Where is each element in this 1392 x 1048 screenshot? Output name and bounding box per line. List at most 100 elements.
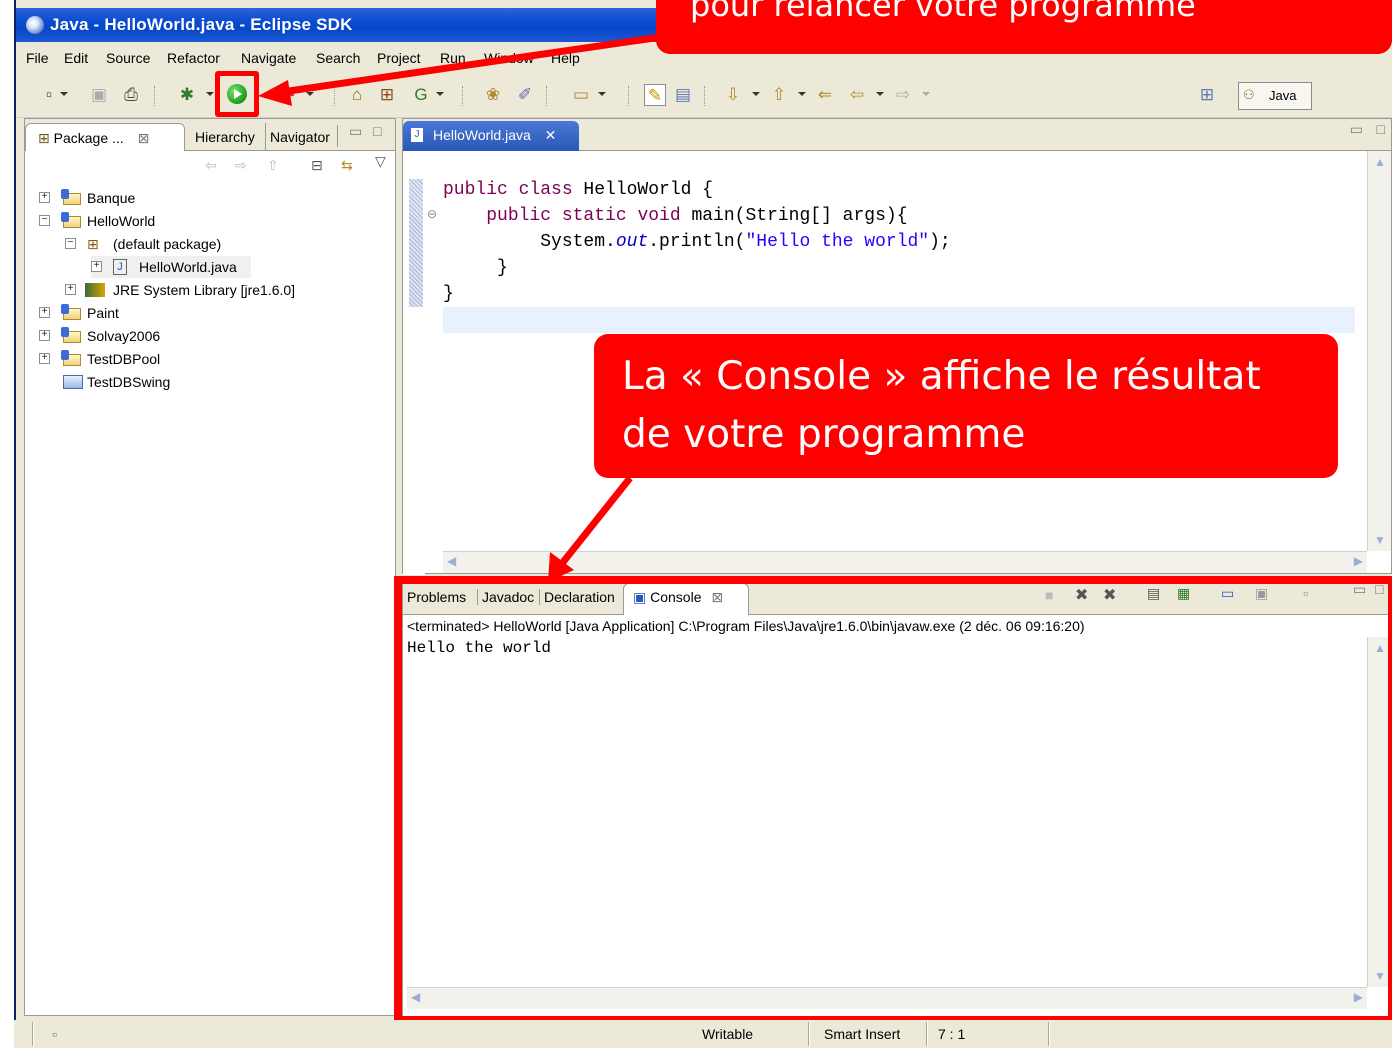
console-vertical-scrollbar[interactable]: ▲ ▼ xyxy=(1367,637,1391,987)
open-folder-icon[interactable]: ▭ xyxy=(570,84,592,106)
perspective-java-button[interactable]: ⚇ Java xyxy=(1238,82,1312,110)
console-output[interactable]: Hello the world xyxy=(407,639,551,657)
expand-icon[interactable]: + xyxy=(39,330,50,341)
back-icon[interactable]: ⇦ xyxy=(205,157,217,174)
menu-search[interactable]: Search xyxy=(316,50,360,66)
minimize-icon[interactable]: ▭ xyxy=(349,123,362,140)
scroll-left-icon[interactable]: ◀ xyxy=(411,990,420,1004)
run-button[interactable] xyxy=(215,71,259,117)
mark-occurrences-icon[interactable]: ✎ xyxy=(644,84,666,106)
link-with-editor-icon[interactable]: ⇆ xyxy=(341,157,353,174)
save-icon[interactable]: ▣ xyxy=(88,84,110,106)
tab-hierarchy[interactable]: Hierarchy xyxy=(195,123,255,151)
show-source-icon[interactable]: ▤ xyxy=(672,84,694,106)
expand-icon[interactable]: + xyxy=(39,307,50,318)
open-type-icon[interactable]: ❀ xyxy=(482,84,504,106)
maximize-icon[interactable]: □ xyxy=(373,123,381,139)
open-console-icon[interactable]: ▫ xyxy=(1303,585,1308,601)
terminate-icon[interactable]: ■ xyxy=(1045,587,1053,603)
expand-icon[interactable]: + xyxy=(39,353,50,364)
editor-horizontal-scrollbar[interactable]: ◀ ▶ xyxy=(443,551,1367,573)
menu-help[interactable]: Help xyxy=(551,50,580,66)
run-icon xyxy=(227,84,247,104)
scroll-down-icon[interactable]: ▼ xyxy=(1374,533,1386,547)
chevron-down-icon[interactable] xyxy=(876,92,884,96)
tab-helloworld-java[interactable]: J HelloWorld.java ✕ xyxy=(403,121,579,151)
menu-file[interactable]: File xyxy=(26,50,49,66)
last-edit-icon[interactable]: ⇐ xyxy=(814,84,836,106)
scroll-lock-icon[interactable]: ▦ xyxy=(1177,585,1190,602)
expand-icon[interactable]: + xyxy=(91,261,102,272)
tab-package-explorer[interactable]: ⊞ Package ... ⊠ xyxy=(25,123,185,151)
menu-navigate[interactable]: Navigate xyxy=(241,50,296,66)
scroll-left-icon[interactable]: ◀ xyxy=(447,554,456,568)
chevron-down-icon[interactable] xyxy=(306,92,314,96)
collapse-icon[interactable]: − xyxy=(39,215,50,226)
chevron-down-icon[interactable] xyxy=(922,92,930,96)
previous-annotation-icon[interactable]: ⇧ xyxy=(768,84,790,106)
scroll-down-icon[interactable]: ▼ xyxy=(1374,969,1386,983)
external-tools-icon[interactable]: ⚑ xyxy=(278,84,300,106)
remove-launch-icon[interactable]: ✖ xyxy=(1075,585,1088,605)
back-icon[interactable]: ⇦ xyxy=(846,84,868,106)
minimize-icon[interactable]: ▭ xyxy=(1350,121,1363,138)
menu-refactor[interactable]: Refactor xyxy=(167,50,220,66)
scroll-up-icon[interactable]: ▲ xyxy=(1374,641,1386,655)
menu-run[interactable]: Run xyxy=(440,50,466,66)
java-project-icon xyxy=(61,327,81,343)
forward-icon[interactable]: ⇨ xyxy=(235,157,247,174)
tab-navigator[interactable]: Navigator xyxy=(265,123,330,151)
tab-console[interactable]: ▣ Console ⊠ xyxy=(633,589,723,606)
chevron-down-icon[interactable] xyxy=(752,92,760,96)
scroll-right-icon[interactable]: ▶ xyxy=(1354,554,1363,568)
display-console-icon[interactable]: ▣ xyxy=(1255,585,1268,602)
menu-window[interactable]: Window xyxy=(484,50,534,66)
up-icon[interactable]: ⇧ xyxy=(267,157,279,174)
remove-all-icon[interactable]: ✖ xyxy=(1103,585,1116,605)
tab-problems[interactable]: Problems xyxy=(407,589,466,605)
minimize-icon[interactable]: ▭ xyxy=(1353,581,1366,598)
chevron-down-icon[interactable] xyxy=(206,92,214,96)
editor-vertical-scrollbar[interactable]: ▲ ▼ xyxy=(1367,151,1391,551)
menu-edit[interactable]: Edit xyxy=(64,50,88,66)
code-area[interactable]: public class HelloWorld { public static … xyxy=(443,177,951,307)
new-class-icon[interactable]: G xyxy=(410,84,432,106)
java-perspective-icon: ⚇ xyxy=(1243,87,1255,102)
collapse-icon[interactable]: − xyxy=(65,238,76,249)
open-perspective-icon[interactable]: ⊞ xyxy=(1196,84,1218,106)
expand-icon[interactable]: + xyxy=(65,284,76,295)
maximize-icon[interactable]: □ xyxy=(1377,121,1385,137)
close-icon[interactable]: ⊠ xyxy=(138,130,150,146)
close-icon[interactable]: ⊠ xyxy=(711,589,723,605)
scroll-up-icon[interactable]: ▲ xyxy=(1374,155,1386,169)
print-icon[interactable]: ⎙ xyxy=(120,84,142,106)
fold-icon[interactable]: ⊖ xyxy=(427,207,437,221)
tab-javadoc[interactable]: Javadoc xyxy=(477,589,534,605)
maximize-icon[interactable]: □ xyxy=(1375,581,1383,597)
new-package-icon[interactable]: ⊞ xyxy=(376,84,398,106)
callout-text-line2: de votre programme xyxy=(622,412,1026,457)
new-icon[interactable]: ▫ xyxy=(38,84,60,106)
chevron-down-icon[interactable] xyxy=(798,92,806,96)
chevron-down-icon[interactable] xyxy=(436,92,444,96)
tree-item-helloworld-java[interactable]: + J HelloWorld.java xyxy=(91,256,251,278)
close-icon[interactable]: ✕ xyxy=(545,127,557,143)
scroll-right-icon[interactable]: ▶ xyxy=(1354,990,1363,1004)
pin-console-icon[interactable]: ▭ xyxy=(1221,585,1234,602)
chevron-down-icon[interactable] xyxy=(598,92,606,96)
view-menu-icon[interactable]: ▽ xyxy=(375,153,386,170)
menu-source[interactable]: Source xyxy=(106,50,150,66)
fast-view-icon[interactable]: ▫ xyxy=(52,1026,57,1042)
clear-console-icon[interactable]: ▤ xyxy=(1147,585,1160,602)
chevron-down-icon[interactable] xyxy=(60,92,68,96)
search-icon[interactable]: ✐ xyxy=(514,84,536,106)
collapse-all-icon[interactable]: ⊟ xyxy=(311,157,323,174)
console-horizontal-scrollbar[interactable]: ◀ ▶ xyxy=(407,987,1367,1009)
debug-icon[interactable]: ✱ xyxy=(176,84,198,106)
next-annotation-icon[interactable]: ⇩ xyxy=(722,84,744,106)
forward-icon[interactable]: ⇨ xyxy=(892,84,914,106)
menu-project[interactable]: Project xyxy=(377,50,421,66)
new-java-project-icon[interactable]: ⌂ xyxy=(346,84,368,106)
expand-icon[interactable]: + xyxy=(39,192,50,203)
tab-declaration[interactable]: Declaration xyxy=(539,589,615,605)
